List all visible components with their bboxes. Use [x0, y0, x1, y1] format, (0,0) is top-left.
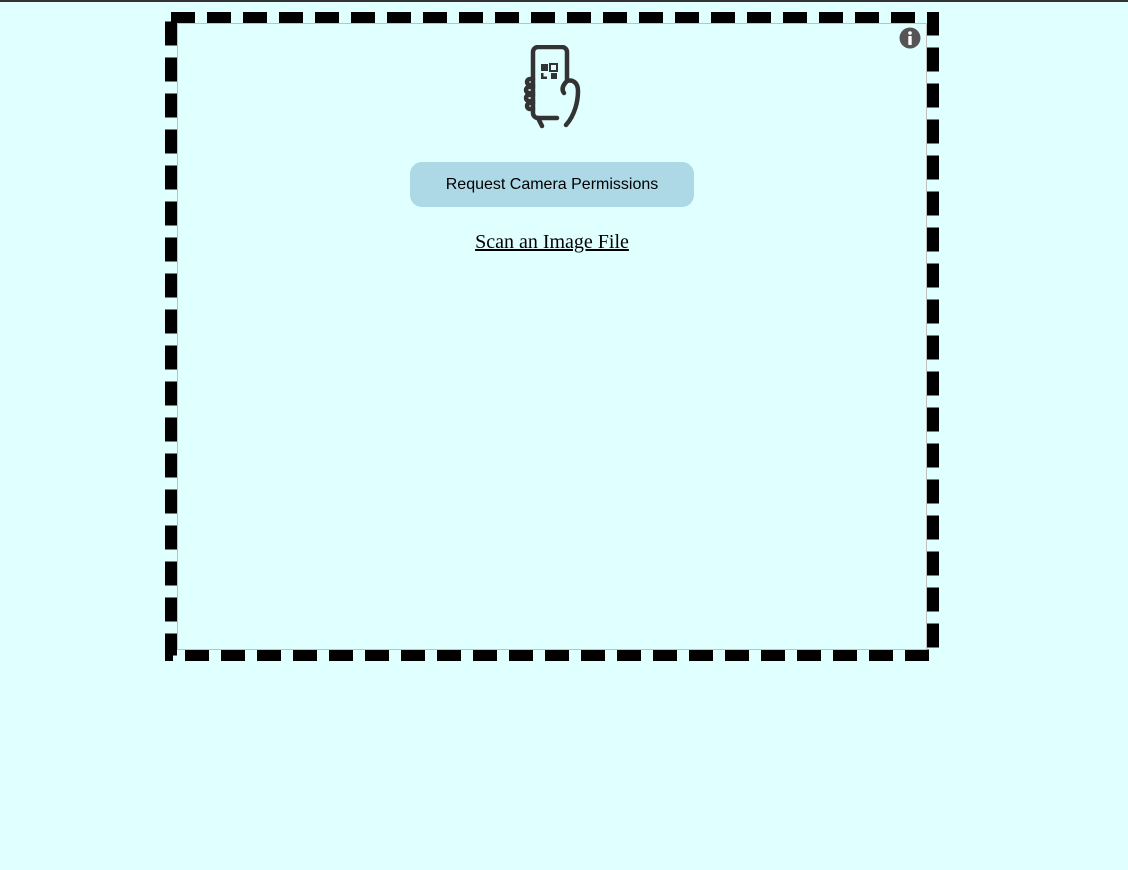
scan-image-file-link[interactable]: Scan an Image File [165, 231, 939, 254]
top-border-line [0, 0, 1128, 2]
info-icon[interactable] [899, 27, 921, 49]
request-camera-permissions-button[interactable]: Request Camera Permissions [410, 162, 694, 207]
qr-scanner-region: Request Camera Permissions Scan an Image… [165, 12, 939, 661]
phone-qr-scan-icon [523, 45, 581, 129]
